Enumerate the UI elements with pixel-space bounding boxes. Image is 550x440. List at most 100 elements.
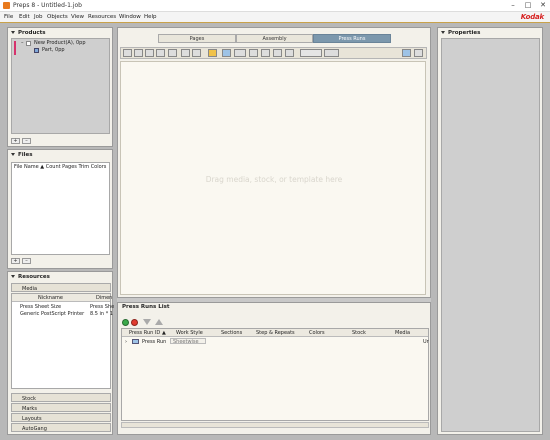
column-dimen[interactable]: Dimen xyxy=(96,295,112,301)
disclosure-triangle-icon[interactable] xyxy=(11,275,15,278)
app-icon xyxy=(3,2,10,9)
files-title: Files xyxy=(18,152,33,158)
properties-title: Properties xyxy=(448,30,481,36)
menu-window[interactable]: Window xyxy=(119,14,141,20)
files-column-headers[interactable]: File Name ▲ Count Pages Trim Colors xyxy=(14,164,106,170)
properties-panel: Properties xyxy=(437,27,543,435)
zoom-tool-icon[interactable] xyxy=(181,49,190,57)
column-press-run-id[interactable]: Press Run ID xyxy=(129,330,160,336)
resource-tab-media[interactable]: Media xyxy=(11,283,111,292)
menu-bar: File Edit Job Objects View Resources Win… xyxy=(0,12,550,23)
column-step-repeats[interactable]: Step & Repeats xyxy=(256,330,295,336)
disclosure-triangle-icon[interactable] xyxy=(441,31,445,34)
disclosure-triangle-icon[interactable] xyxy=(11,31,15,34)
work-style-select[interactable]: Sheetwise xyxy=(170,338,206,345)
menu-objects[interactable]: Objects xyxy=(47,14,68,20)
select-tool-icon[interactable] xyxy=(123,49,132,57)
resize-tool-icon[interactable] xyxy=(156,49,165,57)
menu-job[interactable]: Job xyxy=(34,14,42,20)
view-mode-icon[interactable] xyxy=(222,49,231,57)
part-icon xyxy=(34,48,39,53)
row-expander-icon[interactable]: › xyxy=(125,339,127,345)
filter-icon[interactable] xyxy=(143,319,151,325)
press-runs-panel: Press Runs List Press Run ID ▲ Work Styl… xyxy=(117,302,431,435)
color-tool-icon[interactable] xyxy=(208,49,217,57)
media-row-dimen[interactable]: 8.5 in * 1 xyxy=(90,311,113,317)
minimize-icon[interactable]: – xyxy=(506,1,520,10)
resource-tab-stock-label: Stock xyxy=(22,396,36,402)
canvas-hint: Drag media, stock, or template here xyxy=(205,175,343,184)
panel-toggle-icon[interactable] xyxy=(402,49,411,57)
column-sections[interactable]: Sections xyxy=(221,330,242,336)
disclosure-triangle-icon[interactable] xyxy=(11,153,15,156)
column-media[interactable]: Media xyxy=(395,330,410,336)
layout-toggle-icon[interactable] xyxy=(414,49,423,57)
rotate-tool-icon[interactable] xyxy=(285,49,294,57)
products-title: Products xyxy=(18,30,46,36)
ruler-tool-icon[interactable] xyxy=(234,49,246,57)
resource-tab-stock[interactable]: Stock xyxy=(11,393,111,402)
target-tool-icon[interactable] xyxy=(261,49,270,57)
tree-expander-icon[interactable]: – xyxy=(21,40,24,46)
files-header[interactable]: Files xyxy=(8,150,112,159)
resource-tab-marks[interactable]: Marks xyxy=(11,403,111,412)
resource-tab-layouts-label: Layouts xyxy=(22,416,42,422)
grid-tool-icon[interactable] xyxy=(249,49,258,57)
table-row[interactable]: › Press Run Sheetwise Ur xyxy=(122,338,429,346)
measure-tool-icon[interactable] xyxy=(192,49,201,57)
close-icon[interactable]: ✕ xyxy=(536,1,550,10)
collapse-icon[interactable] xyxy=(155,319,163,325)
resources-header[interactable]: Resources xyxy=(8,272,112,281)
media-table[interactable]: Nickname Dimen Press Sheet Size Press Sh… xyxy=(11,293,114,389)
product-icon xyxy=(26,41,31,46)
menu-resources[interactable]: Resources xyxy=(88,14,116,20)
resource-tab-autogang[interactable]: AutoGang xyxy=(11,423,111,432)
resource-tab-autogang-label: AutoGang xyxy=(22,426,47,432)
add-file-button[interactable]: + xyxy=(11,258,20,264)
sort-ascending-icon: ▲ xyxy=(162,330,166,336)
maximize-icon[interactable]: □ xyxy=(521,1,535,10)
add-icon[interactable] xyxy=(122,319,129,326)
column-work-style[interactable]: Work Style xyxy=(176,330,203,336)
move-tool-icon[interactable] xyxy=(134,49,143,57)
link-tool-icon[interactable] xyxy=(324,49,339,57)
press-runs-table[interactable]: Press Run ID ▲ Work Style Sections Step … xyxy=(121,328,429,421)
files-panel: Files File Name ▲ Count Pages Trim Color… xyxy=(7,149,113,269)
product-color-marker xyxy=(14,41,16,55)
add-product-button[interactable]: + xyxy=(11,138,20,144)
horizontal-scrollbar[interactable] xyxy=(121,422,429,428)
kodak-logo: Kodak xyxy=(520,13,544,21)
crop-tool-icon[interactable] xyxy=(145,49,154,57)
press-runs-title: Press Runs List xyxy=(122,304,170,310)
tree-item-product[interactable]: New Product(A), 0pp xyxy=(34,40,86,46)
layer-tools-icon[interactable] xyxy=(300,49,322,57)
products-tree[interactable]: – New Product(A), 0pp Part, 0pp xyxy=(11,38,110,134)
tree-item-part[interactable]: Part, 0pp xyxy=(42,47,65,53)
menu-file[interactable]: File xyxy=(4,14,13,20)
media-row-nickname[interactable]: Press Sheet Size xyxy=(20,304,61,310)
remove-product-button[interactable]: – xyxy=(22,138,31,144)
tab-pages[interactable]: Pages xyxy=(158,34,236,43)
resource-tab-layouts[interactable]: Layouts xyxy=(11,413,111,422)
drop-canvas[interactable]: Drag media, stock, or template here xyxy=(120,61,426,295)
column-colors[interactable]: Colors xyxy=(309,330,325,336)
tab-assembly[interactable]: Assembly xyxy=(236,34,313,43)
press-run-id[interactable]: Press Run xyxy=(142,339,166,345)
media-row-nickname[interactable]: Generic PostScript Printer xyxy=(20,311,84,317)
resource-tab-media-label: Media xyxy=(22,286,38,292)
properties-header[interactable]: Properties xyxy=(438,28,542,37)
align-tool-icon[interactable] xyxy=(273,49,282,57)
menu-view[interactable]: View xyxy=(71,14,84,20)
media-row-dimen[interactable]: Press She xyxy=(90,304,114,310)
files-list[interactable]: File Name ▲ Count Pages Trim Colors xyxy=(11,162,110,255)
hand-tool-icon[interactable] xyxy=(168,49,177,57)
menu-help[interactable]: Help xyxy=(144,14,157,20)
tab-press-runs[interactable]: Press Runs xyxy=(313,34,391,43)
products-header[interactable]: Products xyxy=(8,28,112,37)
column-stock[interactable]: Stock xyxy=(352,330,366,336)
column-nickname[interactable]: Nickname xyxy=(38,295,63,301)
remove-file-button[interactable]: – xyxy=(22,258,31,264)
resources-panel: Resources Media Nickname Dimen Press She… xyxy=(7,271,114,435)
menu-edit[interactable]: Edit xyxy=(19,14,30,20)
remove-icon[interactable] xyxy=(131,319,138,326)
